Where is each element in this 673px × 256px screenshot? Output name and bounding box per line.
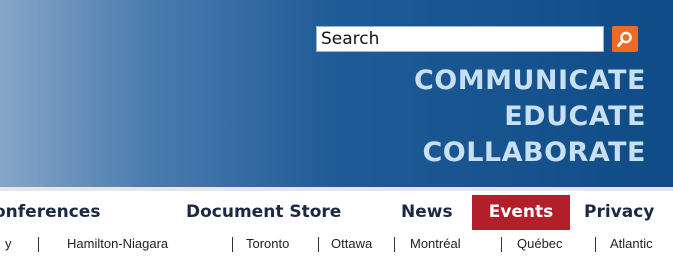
tagline-collaborate: COLLABORATE — [422, 137, 646, 168]
divider — [0, 187, 673, 191]
separator — [394, 237, 395, 252]
nav-item-privacy[interactable]: Privacy — [584, 195, 654, 230]
nav-item-events[interactable]: Events — [472, 195, 570, 230]
regional-nav: y Hamilton-Niagara Toronto Ottawa Montré… — [0, 234, 673, 254]
separator — [318, 237, 319, 252]
region-link-montreal[interactable]: Montréal — [410, 234, 461, 254]
header-banner: COMMUNICATE EDUCATE COLLABORATE — [0, 0, 673, 187]
separator — [232, 237, 233, 252]
region-link-atlantic[interactable]: Atlantic — [610, 234, 653, 254]
search-button[interactable] — [612, 26, 638, 52]
region-link-quebec[interactable]: Québec — [517, 234, 563, 254]
separator — [595, 237, 596, 252]
nav-item-document-store[interactable]: Document Store — [186, 195, 341, 230]
nav-item-conferences[interactable]: onferences — [0, 195, 100, 230]
tagline-communicate: COMMUNICATE — [413, 65, 646, 96]
main-nav: onferences Document Store News Events Pr… — [0, 195, 673, 230]
separator — [501, 237, 502, 252]
tagline-educate: EDUCATE — [504, 101, 646, 132]
region-link-hamilton-niagara[interactable]: Hamilton-Niagara — [67, 234, 168, 254]
search-icon — [617, 31, 632, 47]
separator — [38, 237, 39, 252]
region-link-ottawa[interactable]: Ottawa — [331, 234, 372, 254]
nav-item-news[interactable]: News — [401, 195, 453, 230]
search-input[interactable] — [316, 26, 604, 52]
tagline: COMMUNICATE EDUCATE COLLABORATE — [414, 63, 646, 171]
region-link[interactable]: y — [5, 234, 12, 254]
region-link-toronto[interactable]: Toronto — [246, 234, 289, 254]
